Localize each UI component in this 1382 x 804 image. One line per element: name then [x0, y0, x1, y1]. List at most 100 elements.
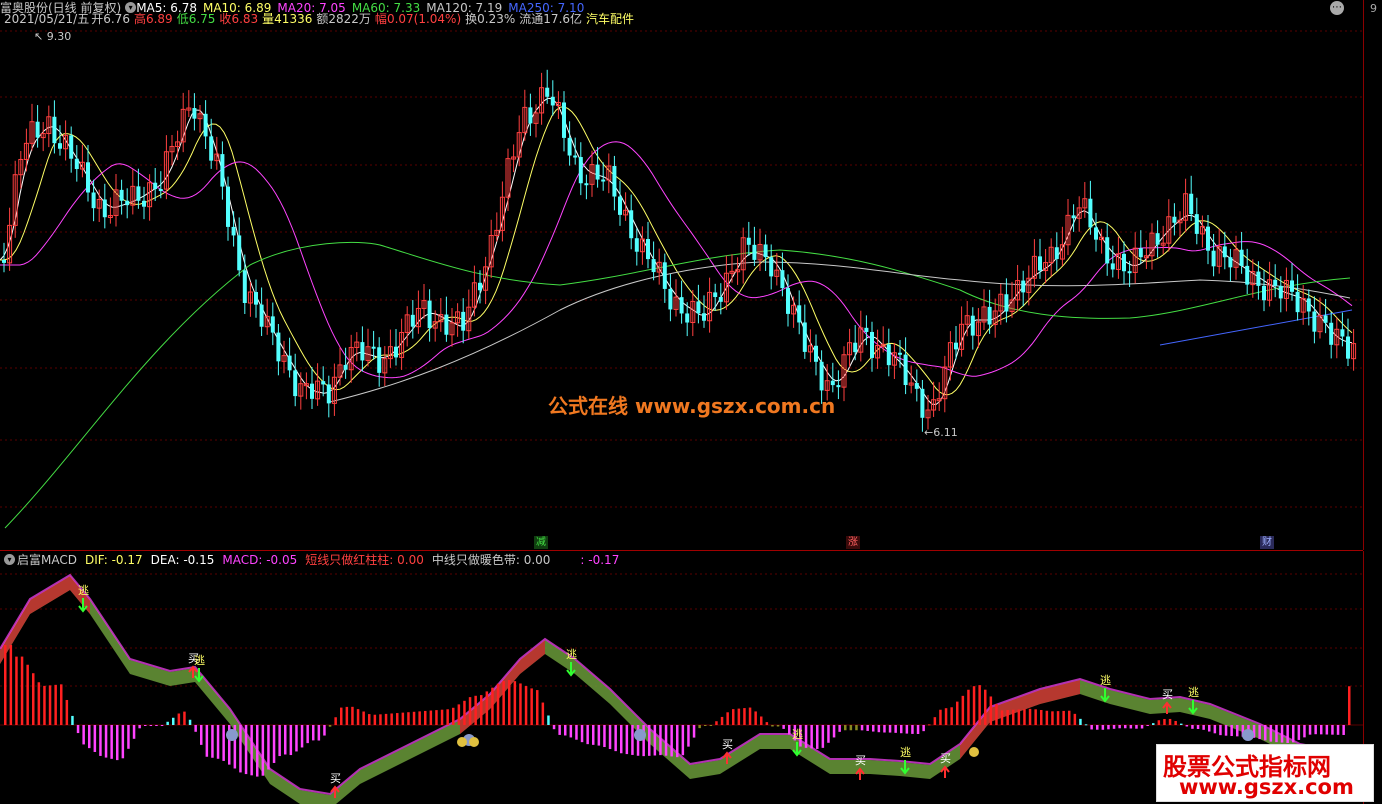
macd-bar: [261, 725, 265, 776]
macd-bar: [642, 725, 645, 757]
macd-bar: [1118, 725, 1121, 729]
candle-body: [685, 313, 690, 323]
macd-bar: [860, 725, 864, 731]
candle-body: [1245, 265, 1250, 285]
candle-body: [1071, 215, 1076, 219]
candle-body: [254, 292, 258, 305]
macd-bar: [424, 710, 427, 725]
escape-signal: 逃: [78, 584, 89, 597]
candle-body: [1312, 311, 1317, 332]
macd-bar: [508, 680, 511, 725]
macd-bar: [614, 725, 617, 752]
macd-bar: [536, 690, 539, 725]
macd-bar: [1320, 725, 1323, 735]
min-price-value: 6.11: [933, 426, 958, 439]
candle-body: [1172, 216, 1177, 223]
event-finance-badge[interactable]: 财: [1260, 536, 1274, 549]
ma250-line: [1159, 309, 1353, 346]
macd-bar: [43, 685, 46, 725]
buy-signal: 买: [940, 752, 951, 765]
candle-body: [209, 136, 214, 161]
candle-body: [1273, 279, 1278, 286]
macd-bar: [110, 725, 113, 759]
candle-body: [634, 238, 639, 252]
coin-icon: [457, 737, 467, 747]
sad-face-icon: [1242, 729, 1254, 741]
macd-bar: [670, 725, 673, 757]
macd-bar: [1090, 725, 1093, 730]
candle-body: [746, 237, 751, 245]
macd-bar: [82, 725, 85, 745]
event-rise-badge[interactable]: 涨: [846, 536, 860, 549]
candle-body: [52, 116, 57, 144]
macd-bar: [340, 707, 343, 725]
event-reduce-badge[interactable]: 减: [534, 536, 548, 549]
macd-bar: [631, 725, 634, 755]
candle-body: [1262, 285, 1266, 301]
macd-bar: [205, 725, 209, 757]
max-price-label: ↖ 9.30: [34, 30, 72, 43]
macd-bar: [452, 707, 455, 725]
ma60-line: [4, 241, 1351, 529]
macd-bar: [821, 725, 825, 748]
macd-bar: [827, 725, 830, 743]
macd-bar: [900, 725, 903, 734]
macd-title: 启富MACD: [17, 553, 77, 567]
macd-bar: [76, 725, 80, 734]
macd-bar: [1163, 718, 1166, 725]
macd-bar: [418, 711, 421, 725]
macd-collapse-icon[interactable]: ▾: [4, 554, 15, 565]
candle-body: [1290, 280, 1294, 292]
candle-body: [1038, 256, 1042, 271]
macd-bar: [1012, 709, 1015, 725]
buy-signal: 买: [855, 754, 866, 767]
macd-bar: [950, 707, 953, 725]
candle-body: [618, 196, 622, 215]
macd-bar: [866, 725, 869, 731]
macd-bar: [463, 700, 466, 725]
macd-bar: [552, 725, 556, 730]
candle-body: [1105, 237, 1110, 264]
escape-signal: 逃: [1188, 686, 1199, 699]
candle-body: [1211, 250, 1216, 267]
macd-bar: [295, 725, 298, 752]
macd-bar: [390, 713, 393, 725]
candle-body: [136, 186, 141, 201]
panel-separator[interactable]: [0, 550, 1363, 551]
macd-bar: [687, 725, 690, 747]
macd-bar: [1034, 709, 1037, 725]
macd-bar: [155, 725, 158, 726]
candle-body: [1122, 253, 1126, 272]
macd-bar: [256, 725, 259, 777]
macd-bar: [810, 725, 813, 749]
candle-body: [668, 288, 673, 310]
min-price-label: ←6.11: [924, 426, 958, 439]
macd-bar: [496, 683, 500, 725]
macd-bar: [1264, 725, 1267, 741]
candle-body: [69, 135, 74, 159]
macd-header: ▾ 启富MACD DIF: -0.17 DEA: -0.15 MACD: -0.05 短线…: [4, 553, 627, 567]
candle-body: [461, 311, 466, 331]
macd-bar: [726, 712, 729, 725]
macd-bar: [1157, 720, 1161, 725]
macd-dea: DEA: -0.15: [150, 553, 215, 567]
candle-body: [1110, 263, 1115, 270]
macd-bar: [88, 725, 91, 749]
macd-bar: [323, 725, 326, 736]
price-axis[interactable]: [1363, 0, 1382, 550]
macd-bar: [911, 725, 914, 734]
macd-bar: [26, 664, 29, 725]
macd-bar: [368, 714, 371, 725]
coin-icon: [469, 737, 479, 747]
macd-bar: [564, 725, 567, 736]
macd-bar: [1112, 725, 1116, 729]
macd-bar: [1314, 725, 1317, 735]
candle-body: [1004, 294, 1009, 312]
macd-bar: [737, 708, 741, 725]
candle-body: [954, 342, 958, 350]
macd-bar: [1129, 725, 1133, 729]
macd-ribbon-green: [0, 576, 1355, 804]
macd-bar: [788, 725, 791, 735]
candle-body: [562, 102, 566, 138]
candle-body: [898, 352, 902, 355]
